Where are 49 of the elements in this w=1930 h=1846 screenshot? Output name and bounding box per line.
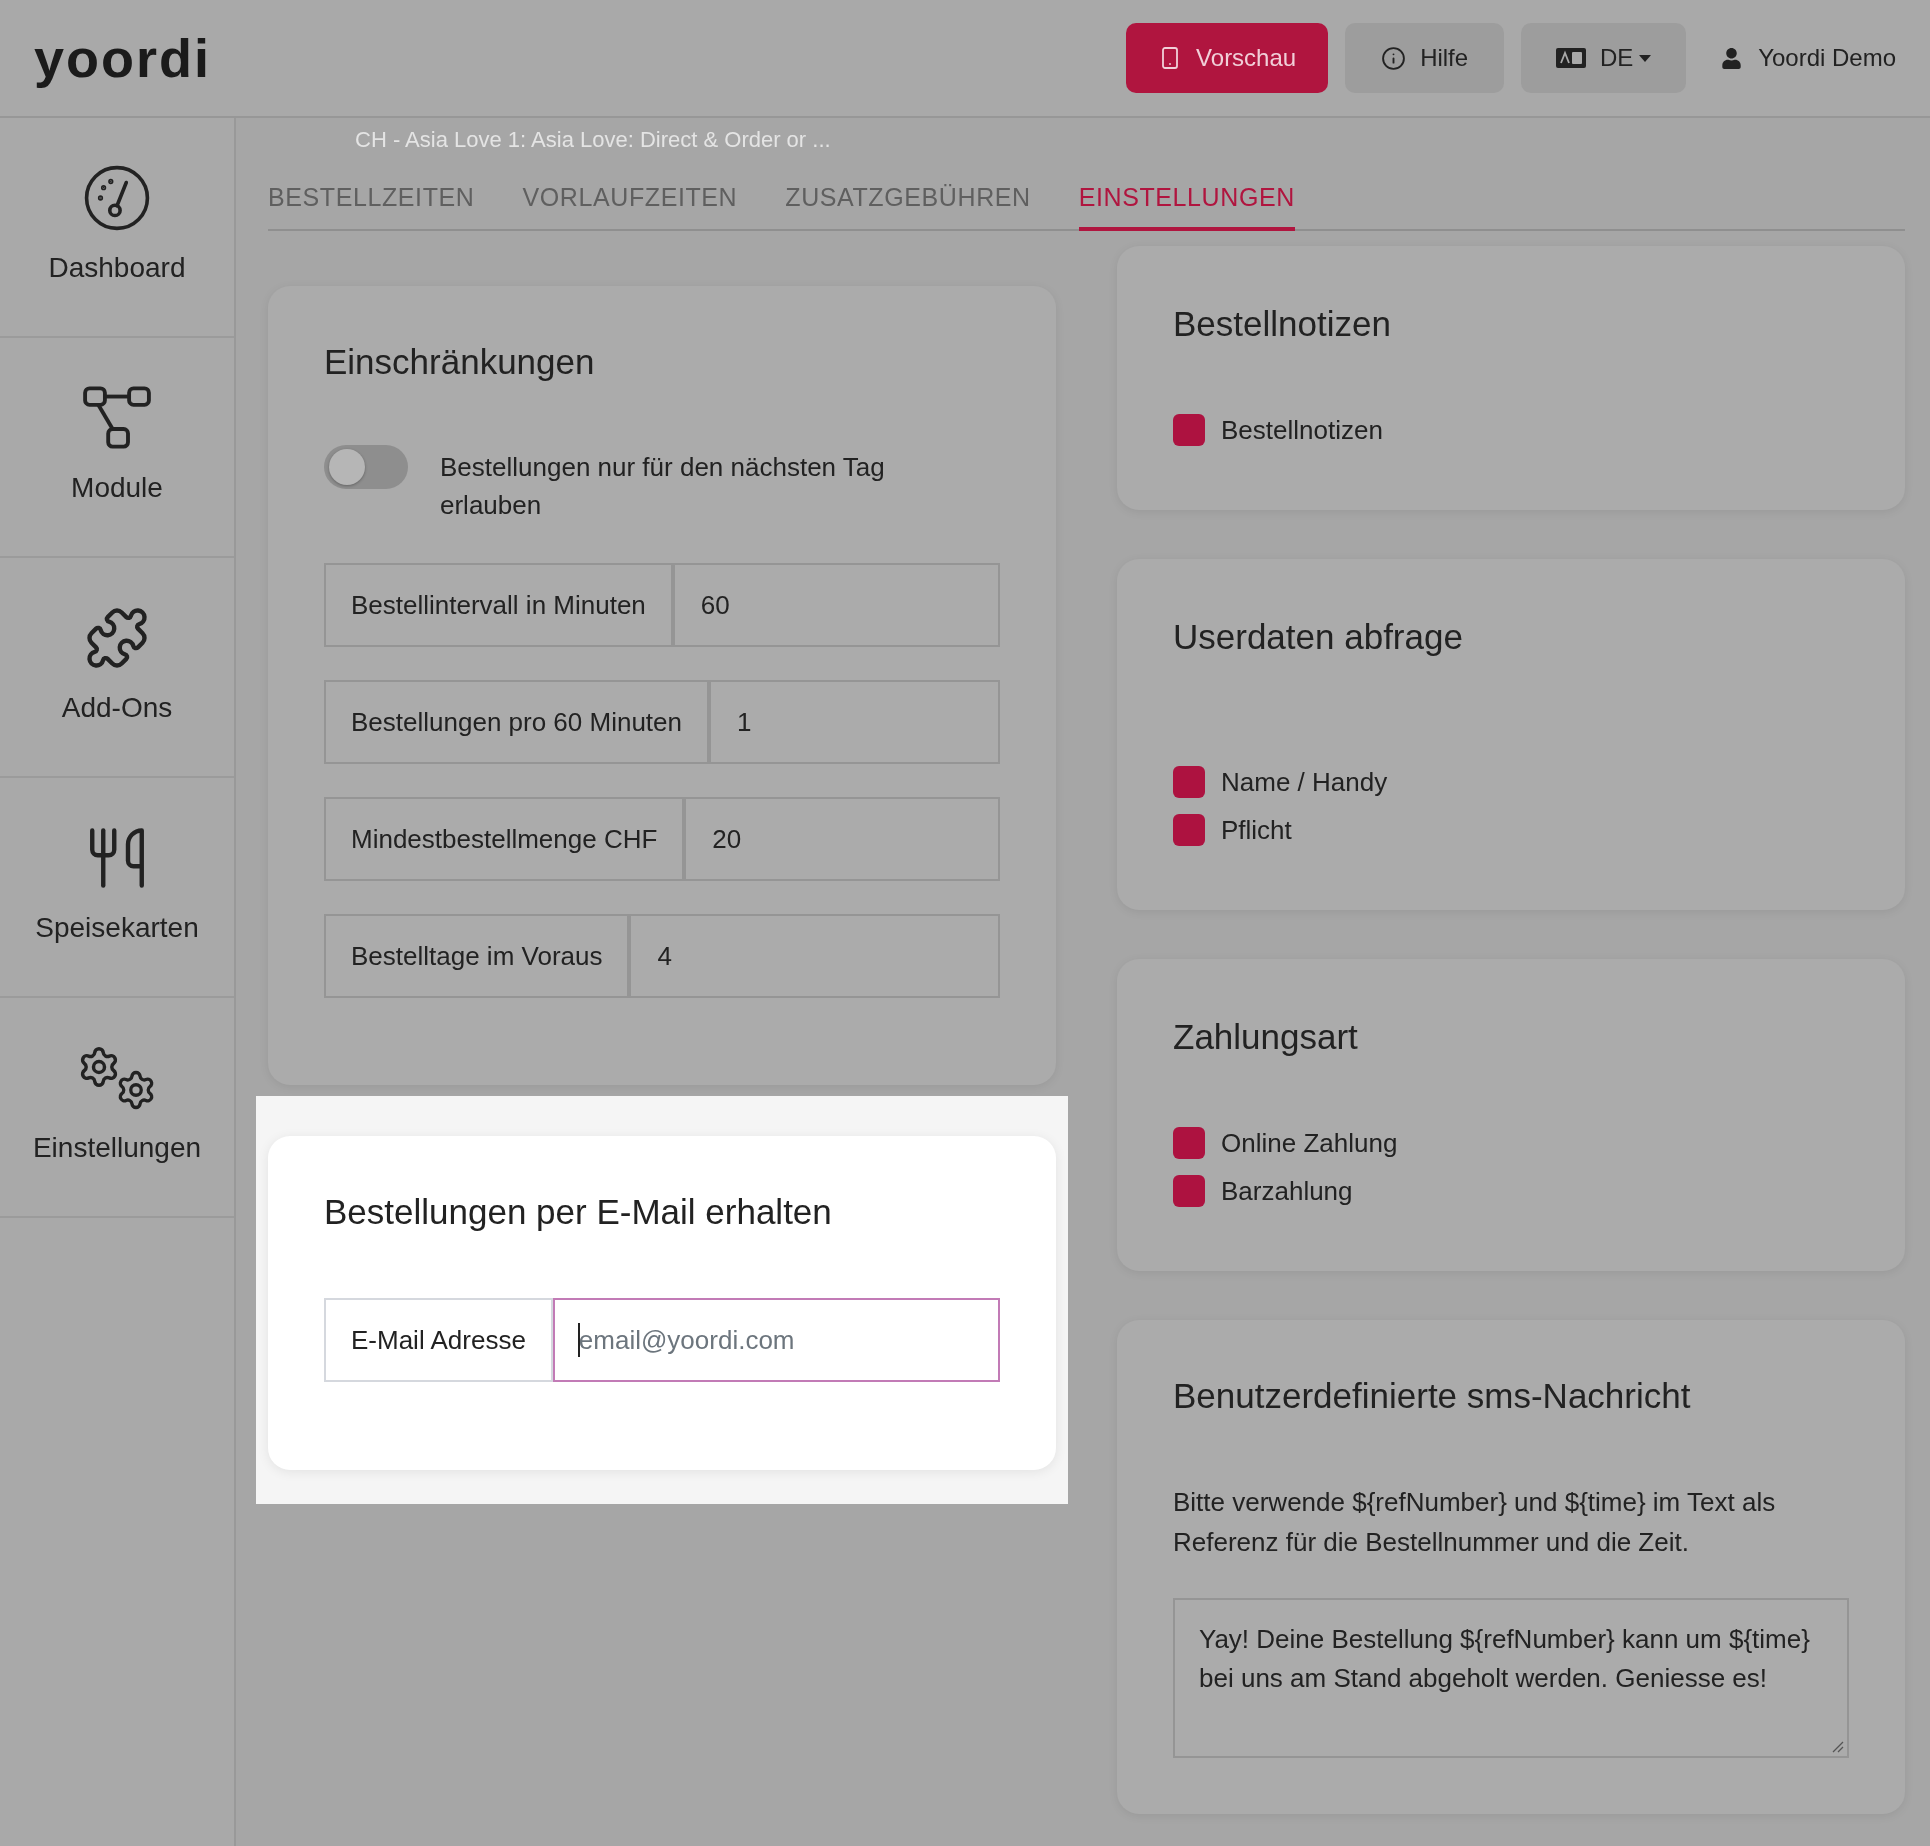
hint-text: Bitte verwende ${refNumber} und ${time} im Text als Referenz für die Bestellnummer und die Zeit. <box>1173 1486 1777 1559</box>
checkbox[interactable] <box>1173 766 1205 798</box>
toggle-label: Bestellungen nur für den nächsten Tag erlauben <box>440 451 886 522</box>
field-label: Mindestbestellmenge CHF <box>324 797 685 881</box>
checkbox-label: Online Zahlung <box>1221 1126 1398 1160</box>
card-title: Bestellnotizen <box>1173 304 1392 344</box>
toggle-switch[interactable] <box>324 445 408 489</box>
info-icon <box>1381 45 1407 71</box>
checkbox-label: Bestellnotizen <box>1221 413 1383 447</box>
checkbox[interactable] <box>1173 414 1205 446</box>
message-textarea[interactable]: Yay! Deine Bestellung ${refNumber} kann um ${time} bei uns am Stand abgeholt werden. Geniesse es! <box>1173 1598 1849 1758</box>
help-button[interactable]: Hilfe <box>1345 23 1505 93</box>
email-input-field[interactable]: email@yoordi.com <box>552 1298 1000 1382</box>
sidebar-item[interactable]: Dashboard <box>0 118 234 338</box>
number-input[interactable]: 20 <box>684 797 1000 881</box>
sidebar-item[interactable]: Module <box>0 338 234 558</box>
card-title: Userdaten abfrage <box>1173 617 1464 657</box>
gauge-icon <box>84 165 150 231</box>
card-title: Zahlungsart <box>1173 1017 1359 1057</box>
connected-squares-icon <box>81 385 153 451</box>
resize-handle-icon <box>1832 1741 1844 1753</box>
sidebar-item[interactable]: Einstellungen <box>0 998 234 1218</box>
language-icon <box>1555 48 1586 68</box>
checkbox[interactable] <box>1173 1175 1205 1207</box>
language-button[interactable]: DE <box>1521 23 1687 93</box>
checkbox[interactable] <box>1173 1127 1205 1159</box>
field-label: Bestellintervall in Minuten <box>324 563 673 647</box>
number-input[interactable]: 60 <box>672 563 1000 647</box>
puzzle-icon <box>84 605 150 671</box>
sidebar-item[interactable]: Speisekarten <box>0 778 234 998</box>
checkbox-label: Barzahlung <box>1221 1174 1353 1208</box>
number-input[interactable]: 4 <box>629 914 1000 998</box>
number-input[interactable]: 1 <box>709 680 1000 764</box>
page-subtitle: CH - Asia Love 1: Asia Love: Direct & Order or ... <box>355 125 831 154</box>
card-title: Einschränkungen <box>324 342 596 382</box>
preview-button[interactable]: Vorschau <box>1126 23 1329 93</box>
checkbox-label: Name / Handy <box>1221 765 1388 799</box>
field-label: Bestellungen pro 60 Minuten <box>324 680 709 764</box>
user-menu[interactable]: Yoordi Demo <box>1721 40 1896 76</box>
checkbox-label: Pflicht <box>1221 813 1292 847</box>
field-label: E-Mail Adresse <box>324 1298 553 1382</box>
card-title: Benutzerdefinierte sms-Nachricht <box>1173 1376 1692 1416</box>
sidebar-item[interactable]: Add-Ons <box>0 558 234 778</box>
user-icon <box>1721 47 1743 69</box>
caret-icon <box>1639 54 1652 62</box>
text-cursor-icon <box>577 1323 580 1357</box>
field-label: Bestelltage im Voraus <box>324 914 630 998</box>
checkbox[interactable] <box>1173 814 1205 846</box>
card-title: Bestellungen per E-Mail erhalten <box>324 1192 833 1232</box>
